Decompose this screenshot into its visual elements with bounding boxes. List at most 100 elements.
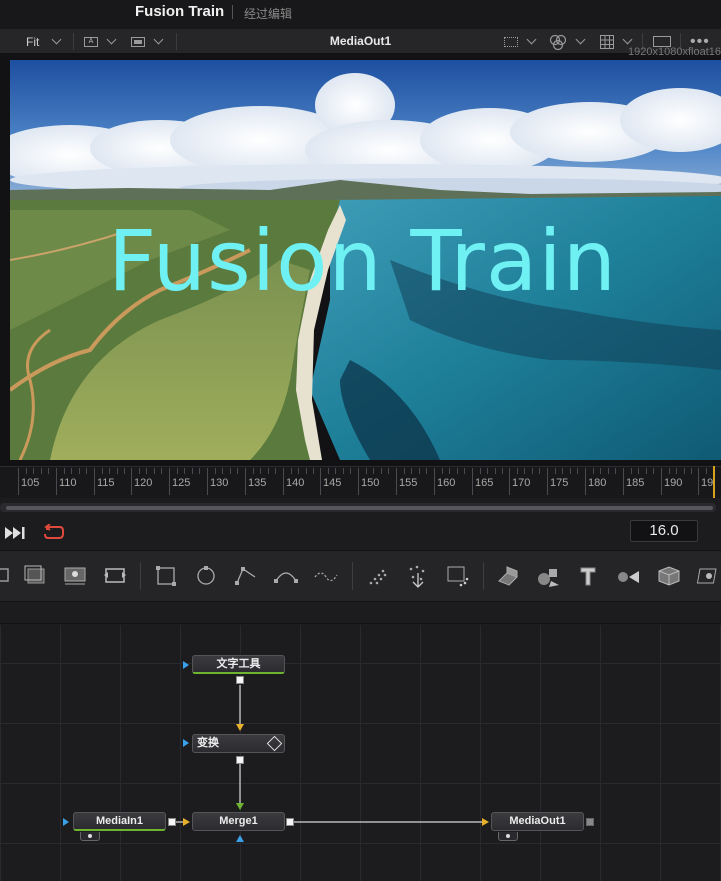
ruler-minor-tick xyxy=(442,468,443,474)
transform-output-port[interactable] xyxy=(236,756,244,764)
toolbar-divider xyxy=(73,33,74,50)
ruler-minor-tick xyxy=(646,468,647,474)
ruler-minor-tick xyxy=(335,468,336,474)
mediain-input-port[interactable] xyxy=(63,818,69,826)
transform-tool[interactable] xyxy=(102,563,128,589)
channel-dropdown[interactable]: A xyxy=(84,29,117,54)
mediain-output-port[interactable] xyxy=(168,818,176,826)
node-view-button[interactable] xyxy=(498,832,518,841)
ruler-tick xyxy=(283,468,284,495)
ruler-minor-tick xyxy=(495,468,496,474)
paint-icon[interactable] xyxy=(313,563,339,589)
merge-foreground-input[interactable] xyxy=(236,803,244,810)
node-label: MediaIn1 xyxy=(95,815,144,827)
lut-dropdown[interactable] xyxy=(504,29,537,54)
node-label: MediaOut1 xyxy=(509,815,566,827)
loop-icon[interactable] xyxy=(42,524,66,542)
rectangle-mask-icon[interactable] xyxy=(153,563,179,589)
ruler-minor-tick xyxy=(146,468,147,474)
grid-icon xyxy=(600,34,614,49)
ruler-tick xyxy=(169,468,170,495)
roi-dropdown[interactable] xyxy=(131,29,164,54)
ruler-minor-tick xyxy=(638,468,639,474)
node-text-input[interactable] xyxy=(183,661,189,669)
shape-3d-icon[interactable] xyxy=(495,563,521,589)
node-mediain[interactable]: MediaIn1 xyxy=(73,812,166,841)
ruler-minor-tick xyxy=(230,468,231,474)
ruler-minor-tick xyxy=(676,468,677,474)
channel-icon: A xyxy=(84,36,98,47)
node-merge[interactable]: Merge1 xyxy=(192,812,285,831)
ruler-minor-tick xyxy=(524,468,525,474)
title-divider xyxy=(232,5,233,19)
viewer-panel[interactable]: Fusion Train xyxy=(0,54,721,466)
time-ruler[interactable]: 105 110 115 120 125 130 135 140 145 150 155 160 165 1… xyxy=(0,466,721,498)
chevron-down-icon xyxy=(526,34,537,45)
current-frame-field[interactable]: 16.0 xyxy=(630,520,698,542)
camera-3d-icon[interactable] xyxy=(615,563,641,589)
mediaout-input-port[interactable] xyxy=(482,818,489,826)
loader-tool[interactable] xyxy=(62,563,88,589)
ruler-minor-tick xyxy=(313,468,314,474)
ruler-minor-tick xyxy=(306,468,307,474)
color-dropdown[interactable] xyxy=(549,29,586,54)
particle-emitter-icon[interactable] xyxy=(365,563,391,589)
ruler-tick-label: 130 xyxy=(210,477,229,489)
ruler-tick xyxy=(698,468,699,495)
merge-output-port[interactable] xyxy=(286,818,294,826)
merge-3d-icon[interactable] xyxy=(535,563,561,589)
merge-background-input[interactable] xyxy=(183,818,190,826)
node-text[interactable]: 文字工具 xyxy=(192,655,285,674)
ellipse-mask-icon[interactable] xyxy=(193,563,219,589)
ruler-tick-label: 110 xyxy=(59,477,77,489)
zoom-label: Fit xyxy=(26,34,40,49)
text-3d-icon[interactable] xyxy=(575,563,601,589)
ruler-minor-tick xyxy=(199,468,200,474)
node-view-button[interactable] xyxy=(80,832,100,841)
particle-render-icon[interactable] xyxy=(405,563,431,589)
renderer-3d-icon[interactable] xyxy=(655,563,681,589)
node-text-output[interactable] xyxy=(236,676,244,684)
node-transform[interactable]: 变换 xyxy=(192,734,285,753)
ruler-minor-tick xyxy=(117,468,118,474)
toolbar-divider xyxy=(176,33,177,50)
ruler-tick xyxy=(94,468,95,495)
ruler-minor-tick xyxy=(539,468,540,474)
node-mediaout[interactable]: MediaOut1 xyxy=(491,812,584,841)
zoom-dropdown[interactable]: Fit xyxy=(26,29,62,54)
lut-icon xyxy=(504,36,518,47)
bspline-mask-icon[interactable] xyxy=(273,563,299,589)
playhead[interactable] xyxy=(713,466,715,498)
polygon-mask-icon[interactable] xyxy=(233,563,259,589)
ruler-minor-tick xyxy=(154,468,155,474)
particle-flow-icon[interactable] xyxy=(445,563,471,589)
ruler-minor-tick xyxy=(404,468,405,474)
toolbar-divider xyxy=(352,562,353,590)
image-plane-3d-icon[interactable] xyxy=(695,563,721,589)
timeline-scrollbar-thumb[interactable] xyxy=(6,506,713,510)
transform-mask-input[interactable] xyxy=(183,739,189,747)
merge-mask-input[interactable] xyxy=(236,835,244,842)
ruler-tick xyxy=(472,468,473,495)
mediaout-output-port[interactable] xyxy=(586,818,594,826)
color-channels-icon xyxy=(549,34,567,50)
transform-input-port[interactable] xyxy=(236,724,244,731)
node-editor[interactable]: 文字工具 变换 MediaIn1 Merge1 MediaOut1 xyxy=(0,625,721,881)
ruler-tick-label: 115 xyxy=(97,477,115,489)
media-in-tool[interactable] xyxy=(22,563,48,589)
composition-title: Fusion Train xyxy=(135,3,225,20)
ruler-tick-label: 180 xyxy=(588,477,607,489)
step-forward-icon[interactable] xyxy=(5,526,27,540)
ruler-tick xyxy=(131,468,132,495)
ruler-tick-label: 160 xyxy=(437,477,456,489)
resolution-label: 1920x1080xfloat16 xyxy=(628,46,721,58)
node-connections xyxy=(176,685,484,823)
ruler-tick-label: 155 xyxy=(399,477,418,489)
ruler-minor-tick xyxy=(86,468,87,474)
ruler-minor-tick xyxy=(124,468,125,474)
chevron-down-icon xyxy=(622,34,633,45)
grid-dropdown[interactable] xyxy=(600,29,633,54)
ruler-minor-tick xyxy=(184,468,185,474)
ruler-tick xyxy=(18,468,19,495)
merge-tool[interactable] xyxy=(0,563,18,589)
